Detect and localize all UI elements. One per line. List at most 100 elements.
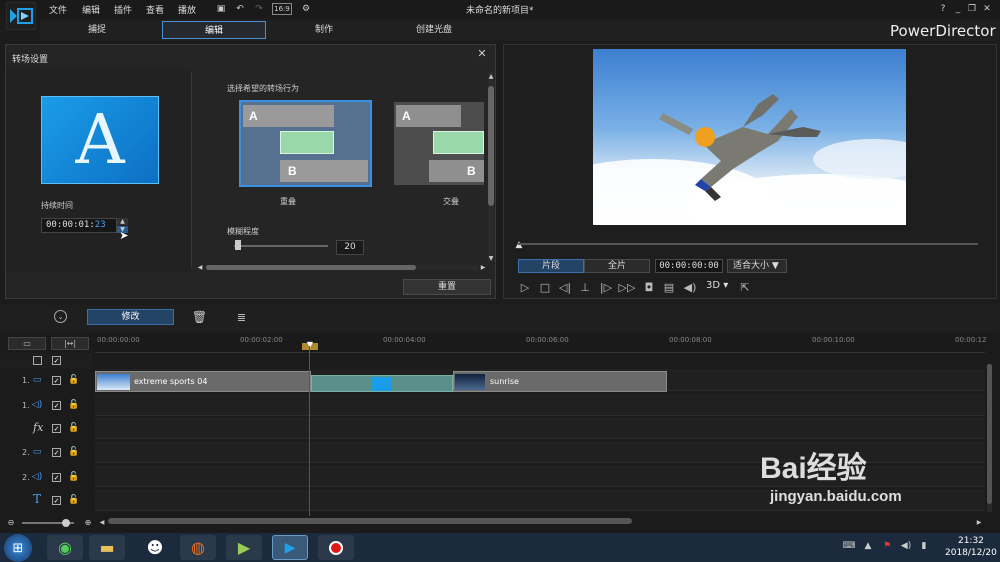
- firefox-icon[interactable]: ◍: [180, 535, 216, 560]
- checkbox-icon[interactable]: ✓: [52, 376, 61, 385]
- scroll-up-icon[interactable]: ▲: [487, 72, 495, 80]
- scroll-down-icon[interactable]: ▼: [487, 254, 495, 262]
- fast-forward-icon[interactable]: ▷▷: [619, 280, 636, 294]
- checkbox-icon[interactable]: ✓: [52, 473, 61, 482]
- scrub-marker-icon[interactable]: ▲: [514, 240, 524, 250]
- restore-icon[interactable]: ❐: [967, 3, 977, 15]
- undo-icon[interactable]: ↶: [234, 3, 246, 15]
- start-button-icon[interactable]: ⊞: [4, 534, 32, 562]
- zoom-in-icon[interactable]: ⊕: [84, 518, 92, 527]
- taskbar-clock[interactable]: 21:32 2018/12/20: [945, 535, 997, 559]
- checkbox-icon[interactable]: ✓: [52, 424, 61, 433]
- timeline-scrollbar[interactable]: [108, 518, 632, 524]
- keyboard-icon[interactable]: ⌨: [843, 541, 856, 551]
- tray-expand-icon[interactable]: ▲: [862, 541, 874, 551]
- playhead-handle-icon[interactable]: ▼: [305, 340, 315, 349]
- blur-slider-thumb[interactable]: [234, 240, 241, 250]
- vertical-scrollbar[interactable]: [488, 72, 494, 262]
- lock-icon[interactable]: 🔓: [68, 423, 79, 433]
- chevron-down-icon[interactable]: ⌄: [54, 310, 67, 323]
- scroll-left-icon[interactable]: ◀: [98, 518, 106, 526]
- duration-field[interactable]: 00:00:01:23: [41, 218, 117, 233]
- split-marker-icon[interactable]: ⊥: [578, 280, 592, 294]
- increment-arrow-icon[interactable]: ▲: [117, 218, 128, 225]
- checkbox-icon[interactable]: ✓: [52, 401, 61, 410]
- menu-plugins[interactable]: 插件: [114, 3, 132, 16]
- track-manager-icon[interactable]: ▭: [8, 337, 46, 350]
- help-icon[interactable]: ?: [938, 3, 948, 15]
- settings-gear-icon[interactable]: ⚙: [300, 3, 312, 15]
- fit-size-dropdown[interactable]: 适合大小 ▼: [727, 259, 787, 273]
- menu-view[interactable]: 查看: [146, 3, 164, 16]
- tab-create-disc[interactable]: 创建光盘: [382, 21, 486, 39]
- fit-timeline-icon[interactable]: |↔|: [51, 337, 89, 350]
- app-360-icon[interactable]: ◉: [47, 535, 83, 560]
- lock-icon[interactable]: 🔓: [68, 375, 79, 385]
- modify-button[interactable]: 修改: [87, 309, 174, 325]
- tab-capture[interactable]: 捕捉: [45, 21, 149, 39]
- menu-file[interactable]: 文件: [49, 3, 67, 16]
- close-panel-icon[interactable]: ✕: [476, 47, 488, 60]
- flag-icon[interactable]: ⚑: [881, 541, 893, 551]
- file-explorer-icon[interactable]: ▬: [89, 535, 125, 560]
- option-overlap[interactable]: A B: [239, 100, 372, 187]
- playhead-line[interactable]: [309, 346, 310, 516]
- timeline-vertical-scrollbar[interactable]: [987, 364, 992, 512]
- network-icon[interactable]: ▮: [918, 541, 930, 551]
- checkbox-icon[interactable]: ✓: [52, 448, 61, 457]
- 3d-mode-button[interactable]: 3D ▾: [706, 280, 728, 291]
- checkbox-icon[interactable]: ✓: [52, 496, 61, 505]
- save-icon[interactable]: ▣: [215, 3, 227, 15]
- scroll-left-icon[interactable]: ◀: [196, 263, 204, 271]
- redo-icon[interactable]: ↷: [253, 3, 265, 15]
- menu-play[interactable]: 播放: [178, 3, 196, 16]
- window-title: 未命名的新项目*: [466, 6, 534, 16]
- option-crossfade[interactable]: A B: [392, 100, 484, 187]
- zoom-slider-thumb[interactable]: [62, 519, 70, 527]
- tab-produce[interactable]: 制作: [272, 21, 376, 39]
- play-icon[interactable]: ▷: [518, 280, 532, 294]
- subtitles-icon[interactable]: ▤: [662, 280, 676, 294]
- video-clip[interactable]: extreme sports 04: [95, 371, 311, 392]
- qq-penguin-icon[interactable]: ☻: [137, 535, 173, 560]
- close-window-icon[interactable]: ✕: [982, 3, 992, 15]
- blur-value-field[interactable]: 20: [336, 240, 364, 255]
- edit-document-icon[interactable]: ≣: [235, 310, 248, 324]
- tab-edit[interactable]: 编辑: [162, 21, 266, 39]
- checkbox-icon[interactable]: ✓: [52, 356, 61, 365]
- stop-icon[interactable]: □: [538, 280, 552, 294]
- clip-mode-button[interactable]: 片段: [518, 259, 584, 273]
- menu-edit[interactable]: 编辑: [82, 3, 100, 16]
- audio-track-1[interactable]: [95, 394, 985, 416]
- scroll-right-icon[interactable]: ▶: [479, 263, 487, 271]
- preview-scrubber[interactable]: [518, 243, 978, 245]
- volume-tray-icon[interactable]: ◀): [900, 541, 912, 551]
- record-icon[interactable]: [318, 535, 354, 560]
- lock-icon[interactable]: 🔓: [68, 495, 79, 505]
- next-frame-icon[interactable]: |▷: [599, 280, 613, 294]
- transition-clip[interactable]: [311, 375, 453, 392]
- track-number: 1.: [22, 401, 30, 410]
- aspect-ratio-icon[interactable]: 16:9: [272, 3, 292, 15]
- blur-slider-track[interactable]: [234, 245, 328, 247]
- minimize-icon[interactable]: _: [953, 3, 963, 15]
- scroll-right-icon[interactable]: ▶: [975, 518, 983, 526]
- media-app-icon[interactable]: ▶: [226, 535, 262, 560]
- undock-icon[interactable]: ⇱: [738, 280, 752, 294]
- zoom-out-icon[interactable]: ⊖: [7, 518, 15, 527]
- volume-icon[interactable]: ◀): [683, 280, 697, 294]
- prev-frame-icon[interactable]: ◁|: [558, 280, 572, 294]
- video-clip[interactable]: sunrise: [453, 371, 667, 392]
- reset-button[interactable]: 重置: [403, 279, 491, 295]
- movie-mode-button[interactable]: 全片: [584, 259, 650, 273]
- horizontal-scrollbar[interactable]: [206, 265, 478, 270]
- delete-trash-icon[interactable]: 🗑: [192, 310, 207, 324]
- lock-icon[interactable]: 🔓: [68, 472, 79, 482]
- snapshot-camera-icon[interactable]: ◘: [642, 280, 656, 294]
- lock-icon[interactable]: 🔓: [68, 400, 79, 410]
- fx-track[interactable]: [95, 417, 985, 439]
- powerdirector-taskbar-icon[interactable]: ▶: [272, 535, 308, 560]
- lock-icon[interactable]: 🔓: [68, 447, 79, 457]
- track-select-box[interactable]: [33, 356, 42, 365]
- preview-timecode[interactable]: 00:00:00:00: [655, 259, 723, 273]
